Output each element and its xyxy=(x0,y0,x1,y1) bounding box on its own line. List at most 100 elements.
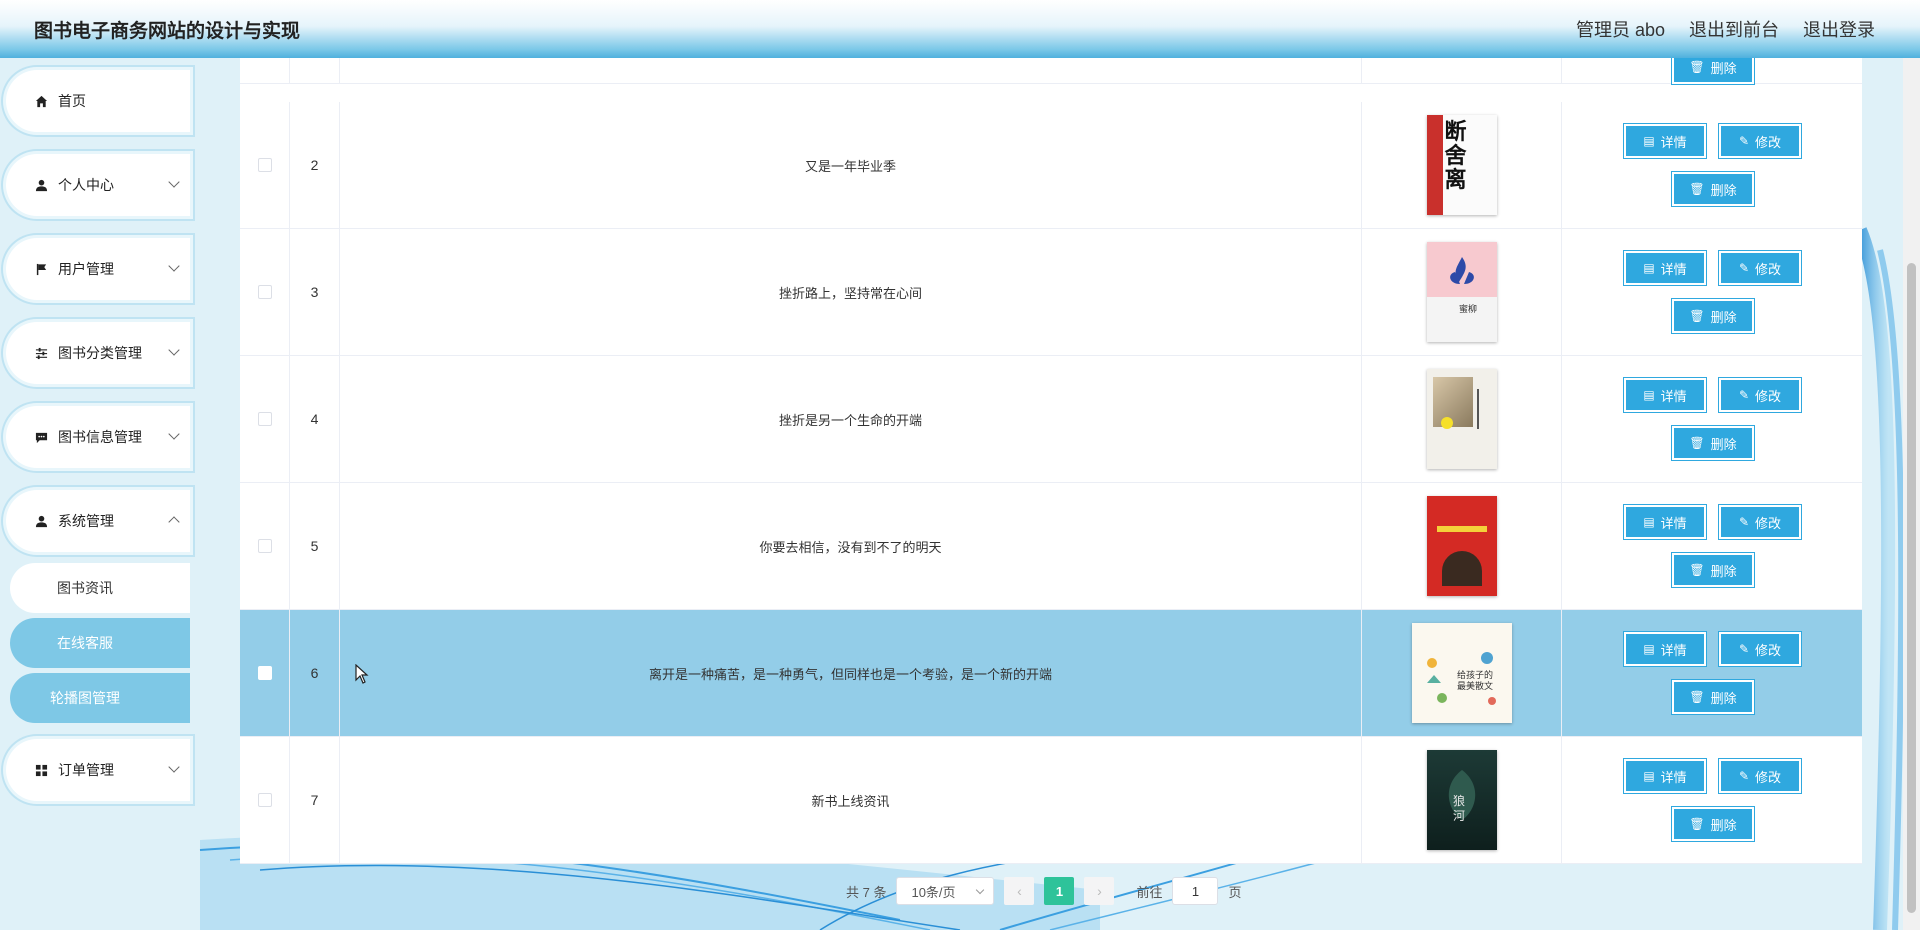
delete-button[interactable]: 🗑 删除 xyxy=(1671,806,1755,842)
sidebar-item-label: 首页 xyxy=(58,93,86,109)
row-checkbox[interactable] xyxy=(257,793,272,807)
grid-icon xyxy=(34,763,48,777)
chevron-down-icon xyxy=(168,260,180,272)
row-checkbox[interactable] xyxy=(257,539,272,553)
scrollbar-thumb[interactable] xyxy=(1907,263,1916,913)
chevron-down-icon xyxy=(168,344,180,356)
book-cover-image: 蜜柳 xyxy=(1426,242,1497,342)
sidebar-item-label: 个人中心 xyxy=(58,177,114,193)
table-row: 🗑 删除 xyxy=(240,58,1862,85)
detail-button[interactable]: ▤ 详情 xyxy=(1623,250,1707,286)
sidebar-item-label: 用户管理 xyxy=(58,261,114,277)
user-icon xyxy=(34,514,48,528)
sidebar-item-label: 图书分类管理 xyxy=(58,345,142,361)
document-icon: ▤ xyxy=(1643,261,1655,275)
prev-page-button[interactable]: ‹ xyxy=(1004,877,1035,905)
delete-button[interactable]: 🗑 删除 xyxy=(1671,58,1755,85)
next-page-button[interactable]: › xyxy=(1084,877,1115,905)
delete-button[interactable]: 🗑 删除 xyxy=(1671,171,1755,207)
document-icon: ▤ xyxy=(1643,134,1655,148)
edit-icon: ✎ xyxy=(1738,515,1750,529)
row-checkbox[interactable] xyxy=(257,412,272,426)
edit-button[interactable]: ✎ 修改 xyxy=(1718,377,1802,413)
svg-text:狼: 狼 xyxy=(1453,793,1465,808)
back-to-front-link[interactable]: 退出到前台 xyxy=(1689,16,1779,42)
sidebar-item-personal-center[interactable]: 个人中心 xyxy=(6,154,190,216)
chevron-left-icon: ‹ xyxy=(1017,883,1022,899)
table-row: 4 挫折是另一个生命的开端 ▤ 详情 ✎ 修改 🗑 删除 xyxy=(240,356,1862,483)
row-title: 离开是一种痛苦，是一种勇气，但同样也是一个考验，是一个新的开端 xyxy=(648,666,1052,682)
row-checkbox[interactable] xyxy=(257,158,272,172)
sidebar-item-book-info-management[interactable]: 图书信息管理 xyxy=(6,406,190,468)
trash-icon: 🗑 xyxy=(1689,817,1705,831)
sidebar-item-user-management[interactable]: 用户管理 xyxy=(6,238,190,300)
sidebar-item-category-management[interactable]: 图书分类管理 xyxy=(6,322,190,384)
trash-icon: 🗑 xyxy=(1689,60,1705,74)
edit-icon: ✎ xyxy=(1738,642,1750,656)
sidebar-item-home[interactable]: 首页 xyxy=(6,70,190,132)
chevron-down-icon xyxy=(168,516,180,528)
edit-icon: ✎ xyxy=(1738,388,1750,402)
svg-text:最美散文: 最美散文 xyxy=(1457,680,1493,692)
row-checkbox[interactable] xyxy=(257,285,272,299)
detail-button[interactable]: ▤ 详情 xyxy=(1623,631,1707,667)
sidebar-item-label: 订单管理 xyxy=(58,762,114,778)
book-cover-image xyxy=(1426,496,1497,596)
delete-button[interactable]: 🗑 删除 xyxy=(1671,679,1755,715)
delete-button[interactable]: 🗑 删除 xyxy=(1671,552,1755,588)
sidebar-item-order-management[interactable]: 订单管理 xyxy=(6,739,190,801)
page-suffix: 页 xyxy=(1228,884,1242,900)
sidebar: 首页 个人中心 用户管理 图书分类管理 图书信息管理 系统管理 图书资讯 在线客… xyxy=(0,58,196,930)
edit-button[interactable]: ✎ 修改 xyxy=(1718,631,1802,667)
book-cover-image: 狼 河 xyxy=(1426,750,1497,850)
submenu-label: 轮播图管理 xyxy=(50,690,120,706)
goto-label: 前往 xyxy=(1136,884,1163,900)
admin-label: 管理员 abo xyxy=(1575,20,1665,40)
total-count: 共 7 条 xyxy=(846,884,887,900)
row-index: 2 xyxy=(310,157,319,173)
chevron-right-icon: › xyxy=(1097,883,1102,899)
delete-button[interactable]: 🗑 删除 xyxy=(1671,298,1755,334)
edit-button[interactable]: ✎ 修改 xyxy=(1718,758,1802,794)
row-title: 挫折路上，坚持常在心间 xyxy=(778,285,922,301)
svg-text:河: 河 xyxy=(1453,809,1465,823)
submenu-online-service[interactable]: 在线客服 xyxy=(10,618,190,668)
row-title: 挫折是另一个生命的开端 xyxy=(778,412,922,428)
submenu-book-news[interactable]: 图书资讯 xyxy=(10,563,190,613)
row-checkbox[interactable] xyxy=(257,666,272,680)
document-icon: ▤ xyxy=(1643,769,1655,783)
document-icon: ▤ xyxy=(1643,642,1655,656)
top-header: 图书电子商务网站的设计与实现 管理员 abo 退出到前台 退出登录 xyxy=(0,0,1920,58)
home-icon xyxy=(34,94,48,108)
chevron-down-icon xyxy=(976,885,985,895)
row-title: 你要去相信，没有到不了的明天 xyxy=(759,539,942,555)
detail-button[interactable]: ▤ 详情 xyxy=(1623,377,1707,413)
logout-link[interactable]: 退出登录 xyxy=(1803,16,1875,42)
submenu-carousel-management[interactable]: 轮播图管理 xyxy=(10,673,190,723)
goto-page-input[interactable] xyxy=(1172,877,1219,905)
user-icon xyxy=(34,178,48,192)
table-row-selected: 6 离开是一种痛苦，是一种勇气，但同样也是一个考验，是一个新的开端 给孩子的 最… xyxy=(240,610,1862,737)
row-index: 5 xyxy=(310,538,319,554)
table-row: 5 你要去相信，没有到不了的明天 ▤ 详情 ✎ 修改 🗑 删除 xyxy=(240,483,1862,610)
edit-button[interactable]: ✎ 修改 xyxy=(1718,504,1802,540)
edit-button[interactable]: ✎ 修改 xyxy=(1718,250,1802,286)
mouse-cursor-icon xyxy=(355,664,369,684)
chat-icon xyxy=(34,430,48,444)
pagination: 共 7 条 10条/页 ‹ 1 › 前往 页 xyxy=(846,877,1242,905)
edit-button[interactable]: ✎ 修改 xyxy=(1718,123,1802,159)
flag-icon xyxy=(34,262,48,276)
chevron-down-icon xyxy=(168,176,180,188)
row-index: 4 xyxy=(310,411,319,427)
detail-button[interactable]: ▤ 详情 xyxy=(1623,123,1707,159)
page-number-current[interactable]: 1 xyxy=(1044,877,1075,905)
delete-button[interactable]: 🗑 删除 xyxy=(1671,425,1755,461)
book-cover-image xyxy=(1426,369,1497,469)
sidebar-item-system-management[interactable]: 系统管理 xyxy=(6,490,190,552)
page-size-select[interactable]: 10条/页 xyxy=(896,877,995,905)
submenu-label: 在线客服 xyxy=(57,635,113,651)
edit-icon: ✎ xyxy=(1738,769,1750,783)
detail-button[interactable]: ▤ 详情 xyxy=(1623,758,1707,794)
vertical-scrollbar[interactable] xyxy=(1903,58,1920,930)
detail-button[interactable]: ▤ 详情 xyxy=(1623,504,1707,540)
